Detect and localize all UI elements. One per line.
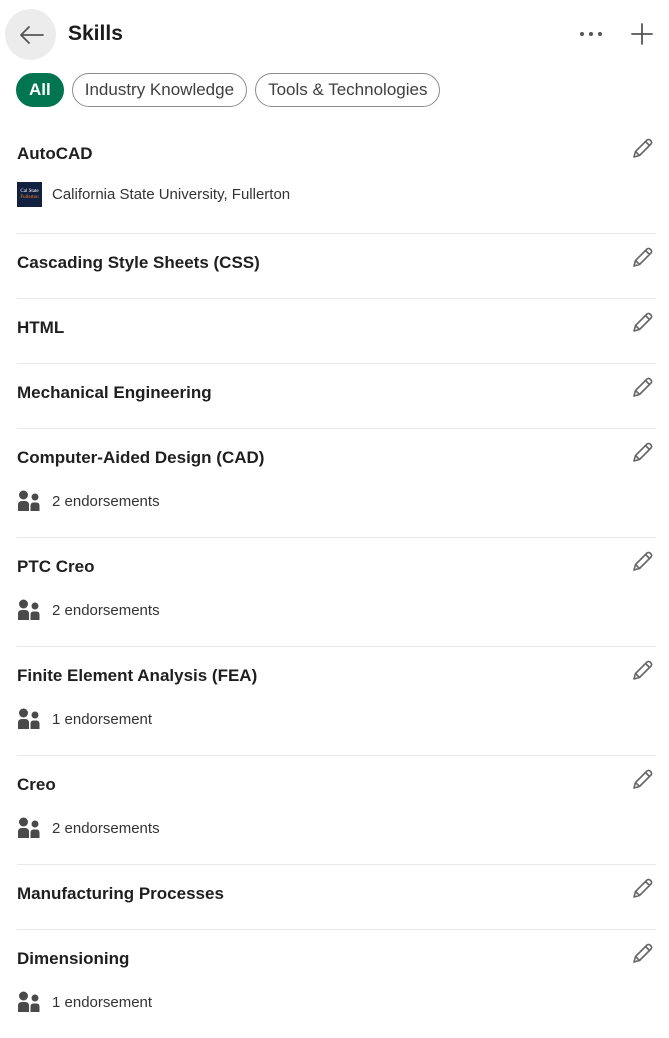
- pencil-icon: [633, 769, 653, 789]
- edit-skill-button[interactable]: [628, 657, 656, 685]
- skill-name: Mechanical Engineering: [17, 383, 212, 402]
- skill-item[interactable]: HTML: [17, 299, 656, 364]
- pencil-icon: [633, 442, 653, 462]
- skill-endorsements[interactable]: 2 endorsements: [17, 599, 160, 621]
- skill-name: Computer-Aided Design (CAD): [17, 448, 265, 467]
- filter-all[interactable]: All: [16, 73, 64, 107]
- people-icon: [18, 490, 40, 511]
- endorsement-count: 1 endorsement: [52, 993, 153, 1011]
- edit-skill-button[interactable]: [628, 548, 656, 576]
- edit-skill-button[interactable]: [628, 439, 656, 467]
- people-icon: [18, 708, 40, 729]
- pencil-icon: [633, 660, 653, 680]
- endorsement-count: 2 endorsements: [52, 492, 160, 510]
- skill-item[interactable]: PTC Creo 2 endorsements: [17, 538, 656, 647]
- edit-skill-button[interactable]: [628, 875, 656, 903]
- pencil-icon: [633, 878, 653, 898]
- people-icon: [18, 817, 40, 838]
- skill-name: Manufacturing Processes: [17, 884, 224, 903]
- more-options-button[interactable]: [576, 22, 606, 46]
- logo-text: Fullerton: [20, 194, 39, 200]
- pencil-icon: [633, 551, 653, 571]
- skill-endorsements[interactable]: 2 endorsements: [17, 817, 160, 839]
- skill-endorsements[interactable]: 1 endorsement: [17, 991, 152, 1013]
- filter-pills: All Industry Knowledge Tools & Technolog…: [16, 73, 441, 107]
- skill-endorsements[interactable]: 2 endorsements: [17, 490, 160, 512]
- edit-skill-button[interactable]: [628, 309, 656, 337]
- arrow-left-icon: [19, 25, 44, 44]
- more-horizontal-icon: [580, 32, 602, 36]
- skill-name: Dimensioning: [17, 949, 130, 968]
- endorsement-count: 1 endorsement: [52, 710, 153, 728]
- plus-icon: [631, 23, 653, 45]
- edit-skill-button[interactable]: [628, 766, 656, 794]
- edit-skill-button[interactable]: [628, 374, 656, 402]
- pencil-icon: [633, 377, 653, 397]
- endorsement-count: 2 endorsements: [52, 601, 160, 619]
- skill-institution: Cal State Fullerton California State Unive…: [17, 182, 290, 207]
- institution-name: California State University, Fullerton: [52, 186, 291, 203]
- skill-item[interactable]: AutoCAD Cal State Fullerton California Stat…: [17, 125, 656, 234]
- pencil-icon: [633, 247, 653, 267]
- skill-name: HTML: [17, 318, 65, 337]
- pencil-icon: [633, 943, 653, 963]
- add-skill-button[interactable]: [628, 20, 656, 48]
- skill-name: PTC Creo: [17, 557, 95, 576]
- institution-logo: Cal State Fullerton: [17, 182, 42, 207]
- skill-item[interactable]: Manufacturing Processes: [17, 865, 656, 930]
- people-icon: [18, 991, 40, 1012]
- edit-skill-button[interactable]: [628, 135, 656, 163]
- skill-name: AutoCAD: [17, 144, 93, 163]
- top-bar: Skills: [0, 0, 669, 70]
- skill-name: Finite Element Analysis (FEA): [17, 666, 258, 685]
- filter-industry-knowledge[interactable]: Industry Knowledge: [71, 73, 248, 107]
- skill-endorsements[interactable]: 1 endorsement: [17, 708, 152, 730]
- skill-item[interactable]: Computer-Aided Design (CAD) 2 endorsement…: [17, 429, 656, 538]
- pencil-icon: [633, 312, 653, 332]
- skill-item[interactable]: Mechanical Engineering: [17, 364, 656, 429]
- back-button[interactable]: [5, 9, 56, 60]
- people-icon: [18, 599, 40, 620]
- endorsement-count: 2 endorsements: [52, 819, 160, 837]
- skill-item[interactable]: Dimensioning 1 endorsement: [17, 930, 656, 1038]
- skill-item[interactable]: Cascading Style Sheets (CSS): [17, 234, 656, 299]
- skill-item[interactable]: Creo 2 endorsements: [17, 756, 656, 865]
- skill-name: Cascading Style Sheets (CSS): [17, 253, 260, 272]
- skill-item[interactable]: Finite Element Analysis (FEA) 1 endorseme…: [17, 647, 656, 756]
- page-title: Skills: [68, 22, 123, 45]
- filter-tools-technologies[interactable]: Tools & Technologies: [255, 73, 441, 107]
- edit-skill-button[interactable]: [628, 244, 656, 272]
- edit-skill-button[interactable]: [628, 940, 656, 968]
- pencil-icon: [633, 138, 653, 158]
- skill-name: Creo: [17, 775, 56, 794]
- skills-list: AutoCAD Cal State Fullerton California Stat…: [17, 125, 656, 1038]
